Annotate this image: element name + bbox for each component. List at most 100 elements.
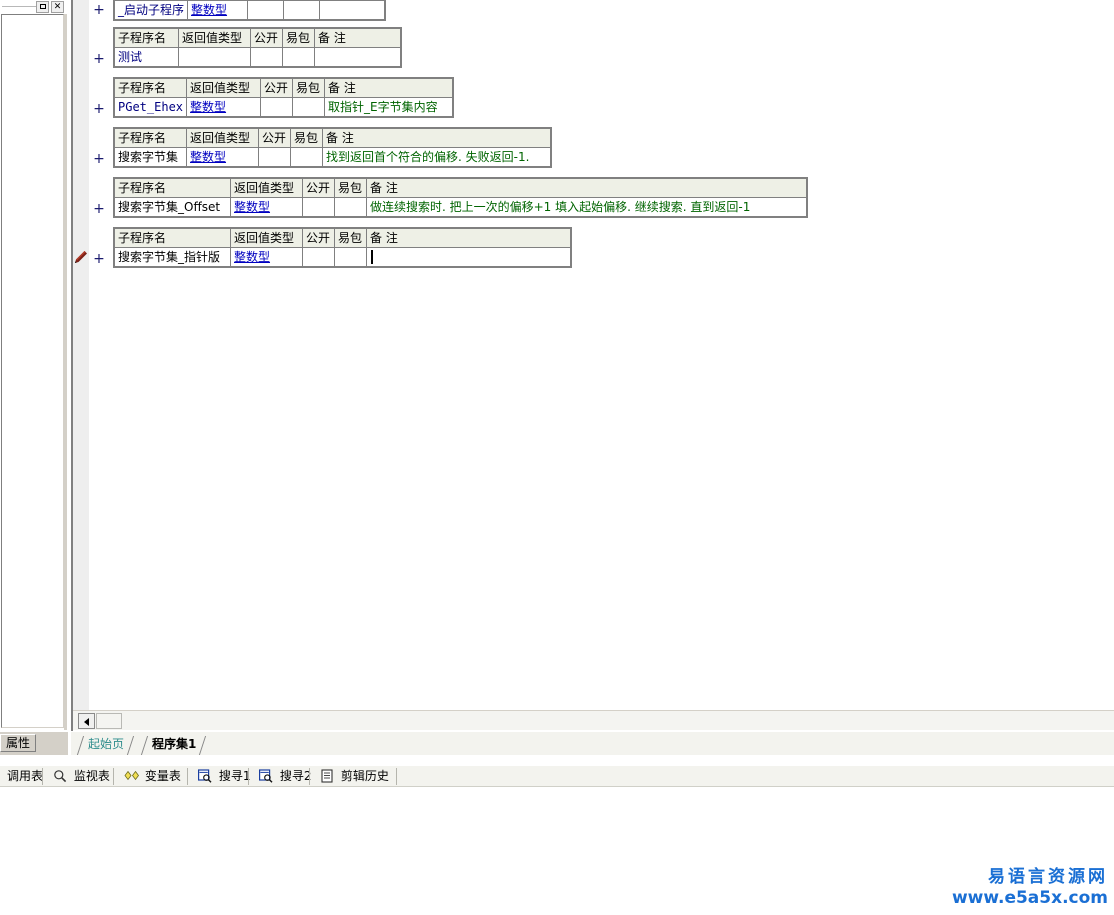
- table-header-row: 子程序名 返回值类型 公开 易包 备 注: [114, 228, 571, 248]
- col-header-note: 备 注: [314, 28, 401, 48]
- cell-note[interactable]: 取指针_E字节集内容: [324, 97, 454, 117]
- fold-toggle-search-bytes-pointer[interactable]: +: [93, 252, 105, 266]
- table-header-row: 子程序名 返回值类型 公开 易包 备 注: [114, 178, 807, 198]
- table-row[interactable]: 搜索字节集_Offset 整数型 做连续搜索时. 把上一次的偏移+1 填入起始偏…: [114, 197, 807, 217]
- bottom-tab-label: 调用表: [7, 769, 44, 783]
- subprogram-table-search-bytes-offset[interactable]: 子程序名 返回值类型 公开 易包 备 注 搜索字节集_Offset 整数型 做连…: [113, 177, 808, 218]
- cell-subprogram-name[interactable]: PGet_Ehex: [113, 97, 188, 117]
- table-row[interactable]: 搜索字节集 整数型 找到返回首个符合的偏移. 失败返回-1.: [114, 147, 551, 167]
- fold-toggle-search-bytes-offset[interactable]: +: [93, 202, 105, 216]
- col-header-note: 备 注: [366, 178, 807, 198]
- cell-note[interactable]: 做连续搜索时. 把上一次的偏移+1 填入起始偏移. 继续搜索. 直到返回-1: [366, 197, 807, 217]
- fold-toggle-search-bytes[interactable]: +: [93, 152, 105, 166]
- pencil-edit-icon: [75, 251, 87, 263]
- col-header-epack: 易包: [290, 128, 323, 148]
- cell-epack[interactable]: [292, 97, 326, 117]
- cell-public[interactable]: [260, 97, 294, 117]
- cell-note[interactable]: [314, 47, 401, 67]
- bottom-tool-tabbar: 调用表 监视表 变量表 搜寻1 搜寻2 剪辑历史: [0, 765, 1114, 787]
- close-button[interactable]: ✕: [51, 1, 64, 13]
- col-header-type: 返回值类型: [186, 128, 259, 148]
- tab-start-page[interactable]: 起始页: [75, 735, 135, 755]
- col-header-epack: 易包: [334, 228, 367, 248]
- tab-program-set-1[interactable]: 程序集1: [139, 735, 207, 755]
- bottom-tab-label: 监视表: [73, 769, 110, 783]
- cell-epack[interactable]: [283, 0, 321, 20]
- diamonds-icon: [124, 769, 139, 783]
- bottom-tab-label: 搜寻1: [218, 769, 251, 783]
- col-header-note: 备 注: [322, 128, 551, 148]
- col-header-public: 公开: [250, 28, 283, 48]
- tab-label: 程序集1: [152, 737, 197, 751]
- table-row[interactable]: 搜索字节集_指针版 整数型: [114, 247, 571, 267]
- left-panel-titlebar: ✕: [0, 0, 68, 13]
- subprogram-table-search-bytes[interactable]: 子程序名 返回值类型 公开 易包 备 注 搜索字节集 整数型 找到返回首个符合的…: [113, 127, 552, 168]
- subprogram-table-test[interactable]: 子程序名 返回值类型 公开 易包 备 注 测试: [113, 27, 402, 68]
- subprogram-table-startup[interactable]: _启动子程序 整数型: [113, 0, 387, 21]
- col-header-type: 返回值类型: [186, 78, 262, 98]
- fold-toggle-test[interactable]: +: [93, 52, 105, 66]
- scrollbar-thumb[interactable]: [96, 713, 122, 729]
- cell-public[interactable]: [250, 47, 283, 67]
- cell-public[interactable]: [302, 247, 335, 267]
- cell-subprogram-name[interactable]: _启动子程序: [113, 0, 189, 20]
- col-header-type: 返回值类型: [178, 28, 251, 48]
- toolbar-separator: [309, 768, 310, 785]
- cell-subprogram-name[interactable]: 搜索字节集_Offset: [114, 197, 231, 217]
- editor-horizontal-scrollbar[interactable]: [73, 710, 1114, 730]
- code-editor-area[interactable]: + + + + + + _启动子程序 整数型 子程序名 返回值类型 公开 易包 …: [71, 0, 1114, 731]
- toolbar-separator: [113, 768, 114, 785]
- cell-return-type[interactable]: 整数型: [186, 97, 262, 117]
- tab-properties[interactable]: 属性: [0, 734, 36, 752]
- cell-subprogram-name[interactable]: 测试: [114, 47, 179, 67]
- cell-epack[interactable]: [334, 247, 367, 267]
- col-header-name: 子程序名: [114, 228, 231, 248]
- watermark-url: www.e5a5x.com: [951, 888, 1108, 908]
- left-panel-splitter[interactable]: [64, 14, 67, 730]
- cell-epack[interactable]: [282, 47, 315, 67]
- bottom-tab-clip-history[interactable]: 剪辑历史: [313, 766, 396, 786]
- cell-return-type[interactable]: 整数型: [186, 147, 259, 167]
- cell-epack[interactable]: [290, 147, 323, 167]
- cell-return-type[interactable]: 整数型: [230, 197, 303, 217]
- col-header-epack: 易包: [282, 28, 315, 48]
- cell-subprogram-name[interactable]: 搜索字节集_指针版: [114, 247, 231, 267]
- cell-note[interactable]: 找到返回首个符合的偏移. 失败返回-1.: [322, 147, 551, 167]
- cell-note[interactable]: [319, 0, 386, 20]
- toolbar-separator: [248, 768, 249, 785]
- bottom-tab-variable-table[interactable]: 变量表: [117, 766, 188, 786]
- cell-public[interactable]: [247, 0, 285, 20]
- document-tabstrip: 起始页 程序集1: [71, 731, 1114, 755]
- text-caret: [371, 249, 373, 264]
- table-row[interactable]: 测试: [114, 47, 401, 67]
- toolbar-separator: [42, 768, 43, 785]
- cell-return-type[interactable]: 整数型: [230, 247, 303, 267]
- cell-return-type[interactable]: 整数型: [187, 0, 249, 20]
- watermark: 易语言资源网 www.e5a5x.com: [952, 867, 1108, 909]
- cell-public[interactable]: [302, 197, 335, 217]
- cell-epack[interactable]: [334, 197, 367, 217]
- cell-return-type[interactable]: [178, 47, 251, 67]
- col-header-note: 备 注: [366, 228, 571, 248]
- bottom-tab-watch-table[interactable]: 监视表: [46, 766, 117, 786]
- maximize-button[interactable]: [36, 1, 49, 13]
- table-row[interactable]: _启动子程序 整数型: [113, 0, 386, 20]
- scroll-left-button[interactable]: [78, 713, 95, 729]
- cell-subprogram-name[interactable]: 搜索字节集: [114, 147, 187, 167]
- table-row[interactable]: PGet_Ehex 整数型 取指针_E字节集内容: [113, 97, 454, 117]
- toolbar-separator: [187, 768, 188, 785]
- col-header-type: 返回值类型: [230, 178, 303, 198]
- titlebar-divider-line: [2, 6, 38, 7]
- cell-public[interactable]: [258, 147, 291, 167]
- bottom-tab-label: 剪辑历史: [340, 769, 389, 783]
- col-header-name: 子程序名: [114, 178, 231, 198]
- left-panel-content: [1, 14, 64, 728]
- subprogram-table-search-bytes-pointer[interactable]: 子程序名 返回值类型 公开 易包 备 注 搜索字节集_指针版 整数型: [113, 227, 572, 268]
- col-header-note: 备 注: [324, 78, 454, 98]
- fold-toggle-pget-ehex[interactable]: +: [93, 102, 105, 116]
- subprogram-table-pget-ehex[interactable]: 子程序名 返回值类型 公开 易包 备 注 PGet_Ehex 整数型 取指针_E…: [113, 77, 455, 118]
- cell-note-editing[interactable]: [366, 247, 571, 267]
- clipboard-icon: [320, 769, 334, 783]
- table-header-row: 子程序名 返回值类型 公开 易包 备 注: [114, 28, 401, 48]
- fold-toggle-startup[interactable]: +: [93, 3, 105, 17]
